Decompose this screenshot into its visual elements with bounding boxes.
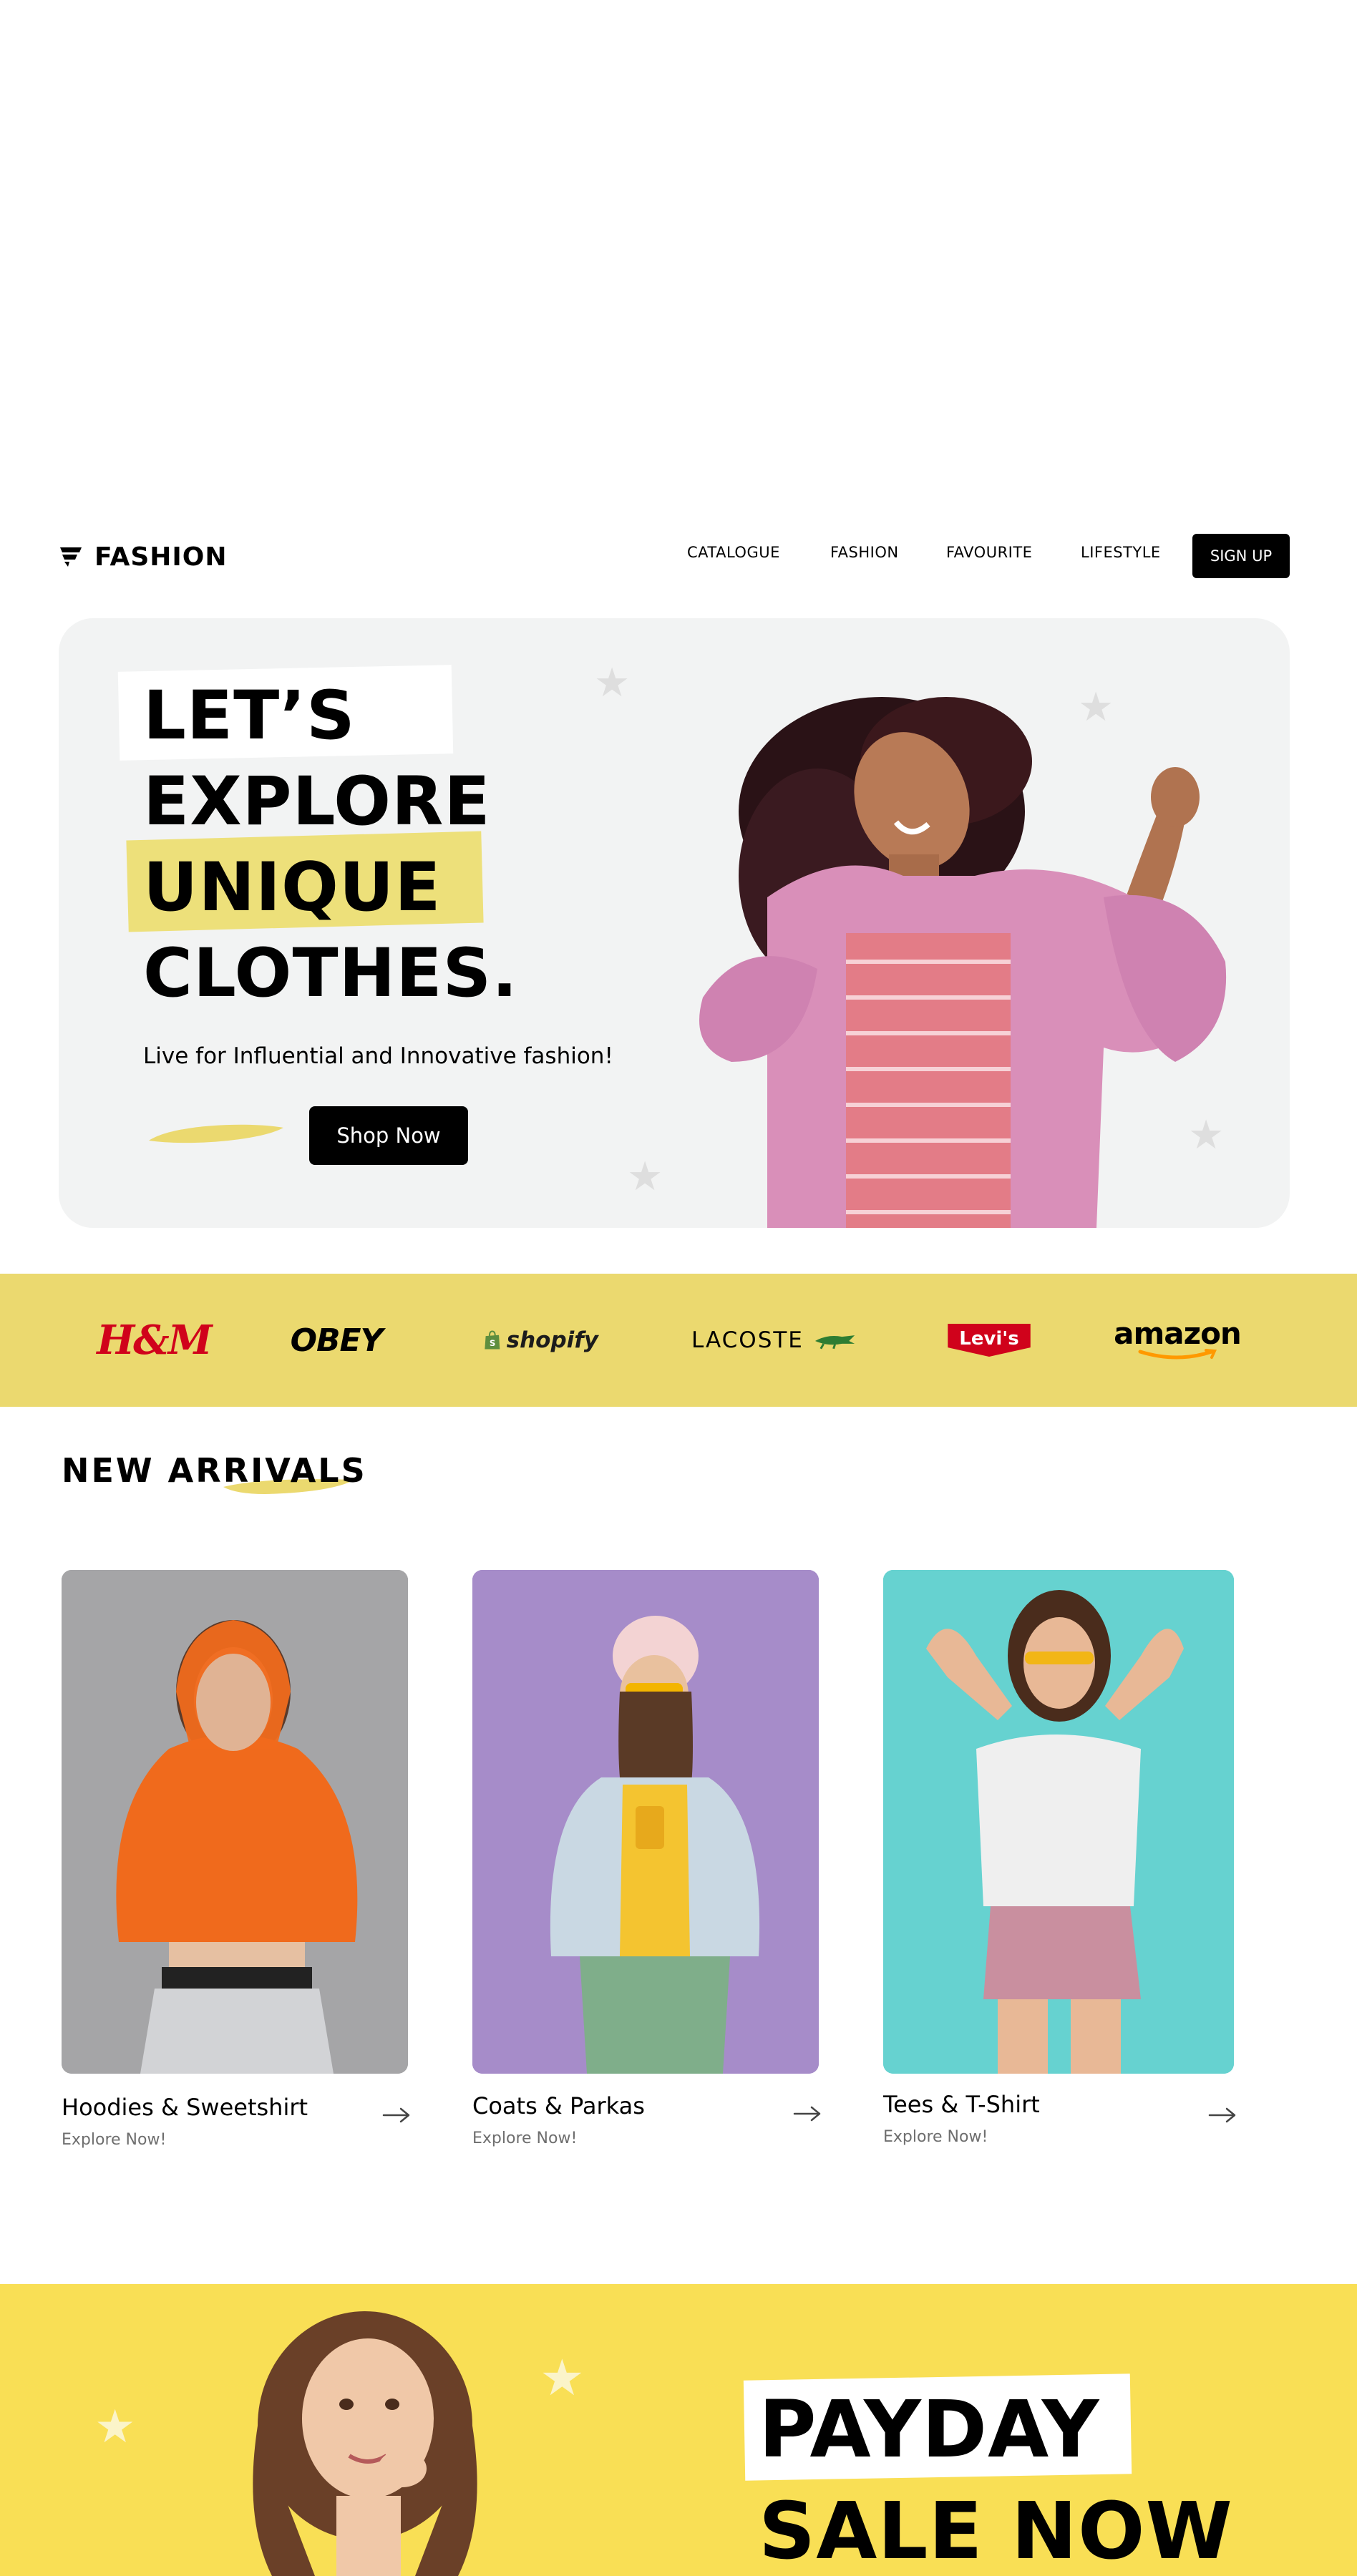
brush-swoosh bbox=[149, 1124, 283, 1143]
star-icon: ★ bbox=[540, 2350, 585, 2406]
hero-model-image bbox=[699, 697, 1227, 1228]
payday-sale-banner: ★ ★ PAYDAY SALE NOW bbox=[0, 2284, 1357, 2576]
arrow-right-icon[interactable] bbox=[793, 2105, 822, 2122]
section-title-new-arrivals: NEW ARRIVALS bbox=[62, 1451, 367, 1490]
brand-logo-amazon[interactable]: amazon bbox=[1114, 1274, 1242, 1407]
product-photo bbox=[62, 1570, 408, 2074]
product-card-image-hoodies[interactable] bbox=[62, 1570, 408, 2074]
brand-logo-levis[interactable]: Levi's bbox=[946, 1274, 1032, 1407]
arrow-right-icon[interactable] bbox=[1208, 2107, 1237, 2124]
shop-now-button[interactable]: Shop Now bbox=[309, 1106, 468, 1165]
brand-name: FASHION bbox=[94, 542, 228, 572]
sign-up-button[interactable]: SIGN UP bbox=[1192, 534, 1290, 578]
explore-link[interactable]: Explore Now! bbox=[883, 2128, 988, 2146]
headline-line-4: CLOTHES. bbox=[143, 935, 518, 1013]
promo-model-image bbox=[253, 2311, 477, 2576]
headline-line-1: LET’S bbox=[143, 677, 356, 755]
product-photo bbox=[883, 1570, 1234, 2074]
product-title[interactable]: Hoodies & Sweetshirt bbox=[62, 2094, 308, 2121]
shopify-bag-icon: S bbox=[485, 1330, 500, 1350]
nav-catalogue[interactable]: CATALOGUE bbox=[687, 544, 780, 561]
hero-tagline: Live for Influential and Innovative fash… bbox=[143, 1043, 613, 1069]
promo-line-1: PAYDAY bbox=[759, 2384, 1100, 2475]
hero-banner: LET’S EXPLORE UNIQUE CLOTHES. Live for I… bbox=[59, 618, 1290, 1228]
nav-fashion[interactable]: FASHION bbox=[830, 544, 899, 561]
brand-logo-lacoste[interactable]: LACOSTE bbox=[691, 1274, 856, 1407]
product-photo bbox=[472, 1570, 819, 2074]
brand-partners-strip: H&M OBEY S shopify LACOSTE Levi's amazon bbox=[0, 1274, 1357, 1407]
amazon-smile-icon bbox=[1138, 1349, 1217, 1360]
arrow-right-icon[interactable] bbox=[382, 2107, 411, 2124]
brand-logo[interactable]: FASHION bbox=[59, 541, 228, 572]
svg-text:S: S bbox=[490, 1338, 496, 1348]
brand-logo-hm[interactable]: H&M bbox=[97, 1274, 212, 1407]
crocodile-icon bbox=[814, 1335, 855, 1350]
brand-logo-obey[interactable]: OBEY bbox=[286, 1274, 386, 1407]
headline-line-2: EXPLORE bbox=[143, 763, 491, 841]
explore-link[interactable]: Explore Now! bbox=[62, 2131, 166, 2149]
headline-line-3: UNIQUE bbox=[143, 849, 442, 927]
brand-logo-shopify[interactable]: S shopify bbox=[484, 1274, 598, 1407]
explore-link[interactable]: Explore Now! bbox=[472, 2129, 577, 2147]
logo-icon bbox=[60, 547, 82, 567]
nav-lifestyle[interactable]: LIFESTYLE bbox=[1081, 544, 1161, 561]
product-card-image-tees[interactable] bbox=[883, 1570, 1234, 2074]
product-card-image-coats[interactable] bbox=[472, 1570, 819, 2074]
nav-favourite[interactable]: FAVOURITE bbox=[946, 544, 1032, 561]
star-icon: ★ bbox=[94, 2401, 136, 2452]
product-title[interactable]: Coats & Parkas bbox=[472, 2092, 645, 2119]
product-title[interactable]: Tees & T-Shirt bbox=[883, 2091, 1040, 2118]
promo-line-2: SALE NOW bbox=[759, 2485, 1233, 2576]
